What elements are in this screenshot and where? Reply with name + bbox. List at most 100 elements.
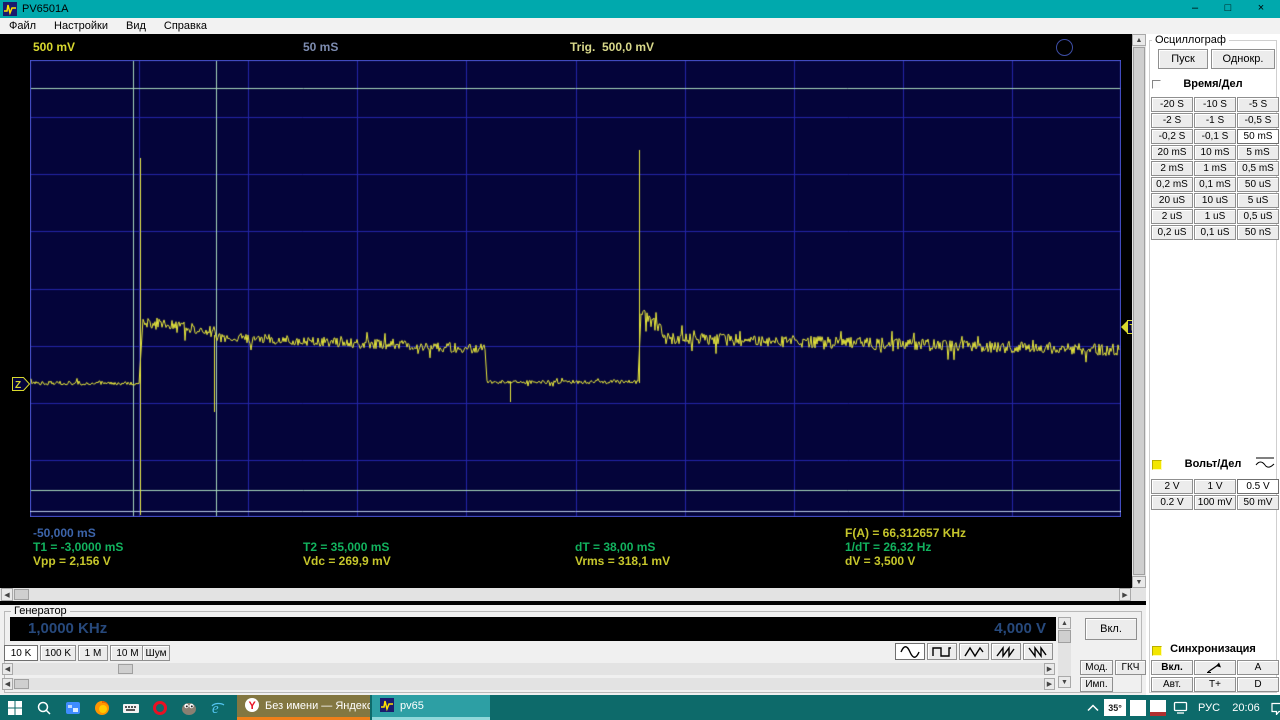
range-button-100-k[interactable]: 100 K xyxy=(40,645,76,661)
time-div-button-5-us[interactable]: 5 uS xyxy=(1237,193,1279,208)
volt-div-button-100-mv[interactable]: 100 mV xyxy=(1194,495,1236,510)
search-icon[interactable] xyxy=(29,695,58,720)
range-button-10-k[interactable]: 10 K xyxy=(4,645,38,661)
freq-slider-right-arrow[interactable]: ▶ xyxy=(1044,663,1055,675)
sync-tplus-button[interactable]: T+ xyxy=(1194,677,1236,692)
tray-app-icon-2[interactable] xyxy=(1150,699,1166,716)
time-div-button-10-us[interactable]: 10 uS xyxy=(1194,193,1236,208)
time-div-button-20-s[interactable]: -20 S xyxy=(1151,97,1193,112)
zero-marker[interactable]: Z xyxy=(12,376,31,397)
time-div-button-10-s[interactable]: -10 S xyxy=(1194,97,1236,112)
menu-file[interactable]: Файл xyxy=(0,20,45,32)
time-div-button-0-5-ms[interactable]: 0,5 mS xyxy=(1237,161,1279,176)
amplitude-slider[interactable]: ◀ ▶ xyxy=(2,678,1055,690)
start-icon[interactable] xyxy=(0,695,29,720)
scroll-right-arrow[interactable]: ▶ xyxy=(1119,588,1131,601)
tray-app-icon-1[interactable] xyxy=(1130,699,1146,716)
scroll-left-arrow[interactable]: ◀ xyxy=(1,588,13,601)
sine-waveform-button[interactable] xyxy=(895,643,925,660)
square-waveform-button[interactable] xyxy=(927,643,957,660)
freq-slider-left-arrow[interactable]: ◀ xyxy=(2,663,13,675)
time-div-button-20-us[interactable]: 20 uS xyxy=(1151,193,1193,208)
time-div-button-0-1-ms[interactable]: 0,1 mS xyxy=(1194,177,1236,192)
single-shot-button[interactable]: Однокр. xyxy=(1211,49,1275,69)
run-button[interactable]: Пуск xyxy=(1158,49,1208,69)
language-indicator[interactable]: РУС xyxy=(1194,695,1224,720)
scope-display[interactable] xyxy=(30,60,1121,517)
internet-explorer-icon[interactable]: e xyxy=(203,695,232,720)
sync-d-button[interactable]: D xyxy=(1237,677,1279,692)
weather-tray-icon[interactable]: 35° xyxy=(1104,699,1126,716)
scroll-up-arrow[interactable]: ▲ xyxy=(1132,34,1146,46)
pulse-button[interactable]: Имп. xyxy=(1080,677,1113,692)
v-scroll-thumb[interactable] xyxy=(1133,47,1145,575)
amplitude-spinner[interactable]: ▲ ▼ xyxy=(1058,617,1071,688)
time-div-button-2-s[interactable]: -2 S xyxy=(1151,113,1193,128)
ramp-down-waveform-button[interactable] xyxy=(1023,643,1053,660)
time-div-button-50-us[interactable]: 50 uS xyxy=(1237,177,1279,192)
triangle-waveform-button[interactable] xyxy=(959,643,989,660)
h-scroll-thumb[interactable] xyxy=(14,589,29,600)
time-div-button-10-ms[interactable]: 10 mS xyxy=(1194,145,1236,160)
range-button-10-m[interactable]: 10 M xyxy=(110,645,145,661)
noise-button[interactable]: Шум xyxy=(142,645,170,661)
time-div-button-0-1-us[interactable]: 0,1 uS xyxy=(1194,225,1236,240)
time-div-button-5-s[interactable]: -5 S xyxy=(1237,97,1279,112)
spinner-down-arrow[interactable]: ▼ xyxy=(1058,676,1071,688)
time-div-button-0-5-s[interactable]: -0,5 S xyxy=(1237,113,1279,128)
menu-help[interactable]: Справка xyxy=(155,20,216,32)
spinner-up-arrow[interactable]: ▲ xyxy=(1058,617,1071,629)
app-blue-icon[interactable] xyxy=(58,695,87,720)
frequency-slider[interactable]: ◀ ▶ xyxy=(2,663,1055,675)
time-div-button-50-ms[interactable]: 50 mS xyxy=(1237,129,1279,144)
task-button-pv65[interactable]: pv65 xyxy=(372,695,490,720)
time-div-button-0-2-ms[interactable]: 0,2 mS xyxy=(1151,177,1193,192)
range-button-1-m[interactable]: 1 M xyxy=(78,645,108,661)
opera-icon[interactable] xyxy=(145,695,174,720)
time-div-button-0-2-s[interactable]: -0,2 S xyxy=(1151,129,1193,144)
sync-on-button[interactable]: Вкл. xyxy=(1151,660,1193,675)
gimp-icon[interactable] xyxy=(174,695,203,720)
time-div-button-20-ms[interactable]: 20 mS xyxy=(1151,145,1193,160)
time-div-button-0-2-us[interactable]: 0,2 uS xyxy=(1151,225,1193,240)
sync-slope-button[interactable] xyxy=(1194,660,1236,675)
scroll-down-arrow[interactable]: ▼ xyxy=(1132,576,1146,588)
task-button-yandex[interactable]: Y Без имени — Яндекс... xyxy=(237,695,370,720)
firefox-icon[interactable] xyxy=(87,695,116,720)
modulation-button[interactable]: Мод. xyxy=(1080,660,1113,675)
network-icon[interactable] xyxy=(1170,695,1190,720)
time-div-button-0-5-us[interactable]: 0,5 uS xyxy=(1237,209,1279,224)
time-div-button-50-ns[interactable]: 50 nS xyxy=(1237,225,1279,240)
volt-div-button-1-v[interactable]: 1 V xyxy=(1194,479,1236,494)
time-div-button-2-us[interactable]: 2 uS xyxy=(1151,209,1193,224)
sync-source-a-button[interactable]: A xyxy=(1237,660,1279,675)
menu-view[interactable]: Вид xyxy=(117,20,155,32)
time-div-button-2-ms[interactable]: 2 mS xyxy=(1151,161,1193,176)
close-button[interactable]: × xyxy=(1252,1,1270,16)
freq-slider-thumb[interactable] xyxy=(118,664,133,674)
sweep-button[interactable]: ГКЧ xyxy=(1115,660,1146,675)
on-screen-keyboard-icon[interactable] xyxy=(116,695,145,720)
notification-center-icon[interactable] xyxy=(1268,695,1280,720)
volt-div-button-0-5-v[interactable]: 0.5 V xyxy=(1237,479,1279,494)
time-div-button-0-1-s[interactable]: -0,1 S xyxy=(1194,129,1236,144)
menu-settings[interactable]: Настройки xyxy=(45,20,117,32)
volt-div-button-0-2-v[interactable]: 0.2 V xyxy=(1151,495,1193,510)
time-div-button-1-s[interactable]: -1 S xyxy=(1194,113,1236,128)
scope-v-scrollbar[interactable]: ▲ ▼ xyxy=(1132,34,1146,588)
minimize-button[interactable]: – xyxy=(1186,1,1204,16)
ramp-up-waveform-button[interactable] xyxy=(991,643,1021,660)
clock[interactable]: 20:06 xyxy=(1228,695,1264,720)
tray-expand-chevron-icon[interactable] xyxy=(1086,695,1100,720)
time-div-button-1-ms[interactable]: 1 mS xyxy=(1194,161,1236,176)
ac-waveform-icon[interactable] xyxy=(1254,456,1276,474)
time-div-button-1-us[interactable]: 1 uS xyxy=(1194,209,1236,224)
maximize-button[interactable]: □ xyxy=(1219,1,1237,16)
volt-div-button-2-v[interactable]: 2 V xyxy=(1151,479,1193,494)
amp-slider-thumb[interactable] xyxy=(14,679,29,689)
scope-h-scrollbar[interactable]: ◀ ▶ xyxy=(0,588,1132,601)
amp-slider-left-arrow[interactable]: ◀ xyxy=(2,678,13,690)
generator-power-button[interactable]: Вкл. xyxy=(1085,618,1137,640)
spinner-thumb[interactable] xyxy=(1058,630,1071,643)
sync-auto-button[interactable]: Авт. xyxy=(1151,677,1193,692)
